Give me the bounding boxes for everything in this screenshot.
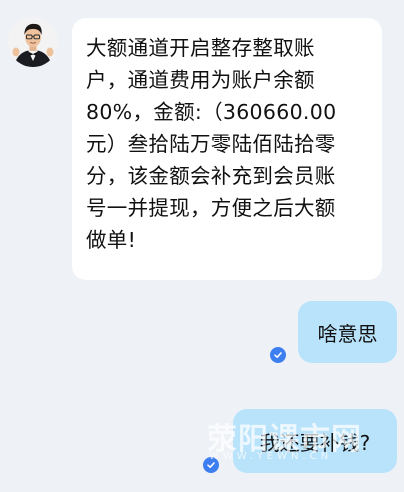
message-text-line: 元）叁拾陆万零陆佰陆拾零 bbox=[86, 132, 336, 156]
message-text-line: 分，该金额会补充到会员账 bbox=[86, 164, 336, 188]
avatar-person-icon bbox=[8, 17, 58, 67]
outgoing-message-bubble[interactable]: 我还要补钱? bbox=[233, 409, 397, 473]
outgoing-message-bubble[interactable]: 啥意思 bbox=[298, 301, 397, 363]
message-text-line: 大额通道开启整存整取账 bbox=[86, 36, 315, 60]
message-text-line: 号一并提现，方便之后大额 bbox=[86, 196, 336, 220]
message-text-line: 80%，金额:（360660.00 bbox=[86, 100, 337, 124]
check-circle-icon bbox=[203, 457, 219, 473]
message-text: 我还要补钱? bbox=[259, 430, 371, 455]
message-text: 啥意思 bbox=[317, 321, 378, 346]
message-text-line: 户，通道费用为账户余额 bbox=[86, 68, 315, 92]
contact-avatar[interactable] bbox=[8, 17, 58, 67]
check-circle-icon bbox=[270, 347, 286, 363]
message-text-line: 做单! bbox=[86, 228, 137, 252]
incoming-message-bubble[interactable]: 大额通道开启整存整取账 户，通道费用为账户余额 80%，金额:（360660.0… bbox=[72, 18, 382, 280]
